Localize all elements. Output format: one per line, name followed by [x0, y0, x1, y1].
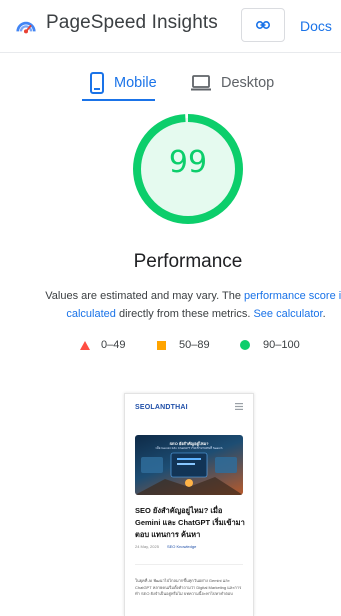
preview-article-title: SEO ยังสำคัญอยู่ไหม? เมื่อ Gemini และ Ch… — [135, 506, 245, 539]
preview-hero-image: SEO ยังสำคัญอยู่ไหม? เมื่อ Gemini และ Ch… — [135, 435, 243, 495]
desktop-icon — [191, 75, 211, 91]
fail-triangle-icon — [80, 340, 90, 350]
preview-date: 24 May, 2025 — [135, 544, 159, 549]
smartphone-icon — [90, 72, 104, 94]
page-screenshot-thumbnail[interactable]: SEOLANDTHAI SEO ยังสำคัญอยู่ไหม? เมื่อ G… — [124, 393, 254, 616]
legend-average: 50–89 — [157, 338, 210, 352]
active-tab-indicator — [82, 99, 155, 101]
app-title[interactable]: PageSpeed Insights — [46, 12, 218, 34]
preview-article-meta: 24 May, 2025 SEO Knowledge — [135, 544, 196, 549]
legend-pass: 90–100 — [240, 338, 300, 352]
tab-label: Desktop — [221, 75, 275, 91]
top-bar: PageSpeed Insights Docs — [0, 0, 341, 53]
performance-title: Performance — [133, 251, 243, 272]
estimate-note: Values are estimated and may vary. The p… — [36, 287, 341, 323]
tab-mobile[interactable]: Mobile — [90, 66, 157, 100]
pass-circle-icon — [240, 340, 250, 350]
tab-label: Mobile — [114, 75, 157, 91]
hamburger-menu-icon — [235, 403, 243, 410]
pagespeed-logo-icon[interactable] — [15, 14, 37, 36]
docs-link[interactable]: Docs — [300, 18, 332, 34]
note-prefix: Values are estimated and may vary. The — [45, 290, 244, 302]
average-square-icon — [157, 340, 166, 350]
link-icon — [256, 21, 270, 29]
preview-site-logo: SEOLANDTHAI — [135, 404, 188, 411]
note-suffix: . — [322, 308, 326, 320]
legend-average-range: 50–89 — [179, 339, 210, 351]
copy-link-button[interactable] — [241, 8, 285, 42]
legend-fail-range: 0–49 — [101, 339, 126, 351]
preview-divider — [135, 564, 243, 565]
hero-illustration — [135, 452, 243, 495]
tab-desktop[interactable]: Desktop — [191, 66, 274, 100]
note-middle: directly from these metrics. — [115, 308, 254, 320]
performance-score-value: 99 — [168, 145, 208, 180]
preview-article-body: ในยุคที่ AI พัฒนาไปไกลมากขึ้นทุกวันอย่าง… — [135, 578, 242, 596]
see-calculator-link[interactable]: See calculator — [253, 308, 322, 320]
legend-pass-range: 90–100 — [263, 339, 300, 351]
legend-fail: 0–49 — [80, 338, 125, 352]
preview-category: SEO Knowledge — [166, 544, 197, 549]
